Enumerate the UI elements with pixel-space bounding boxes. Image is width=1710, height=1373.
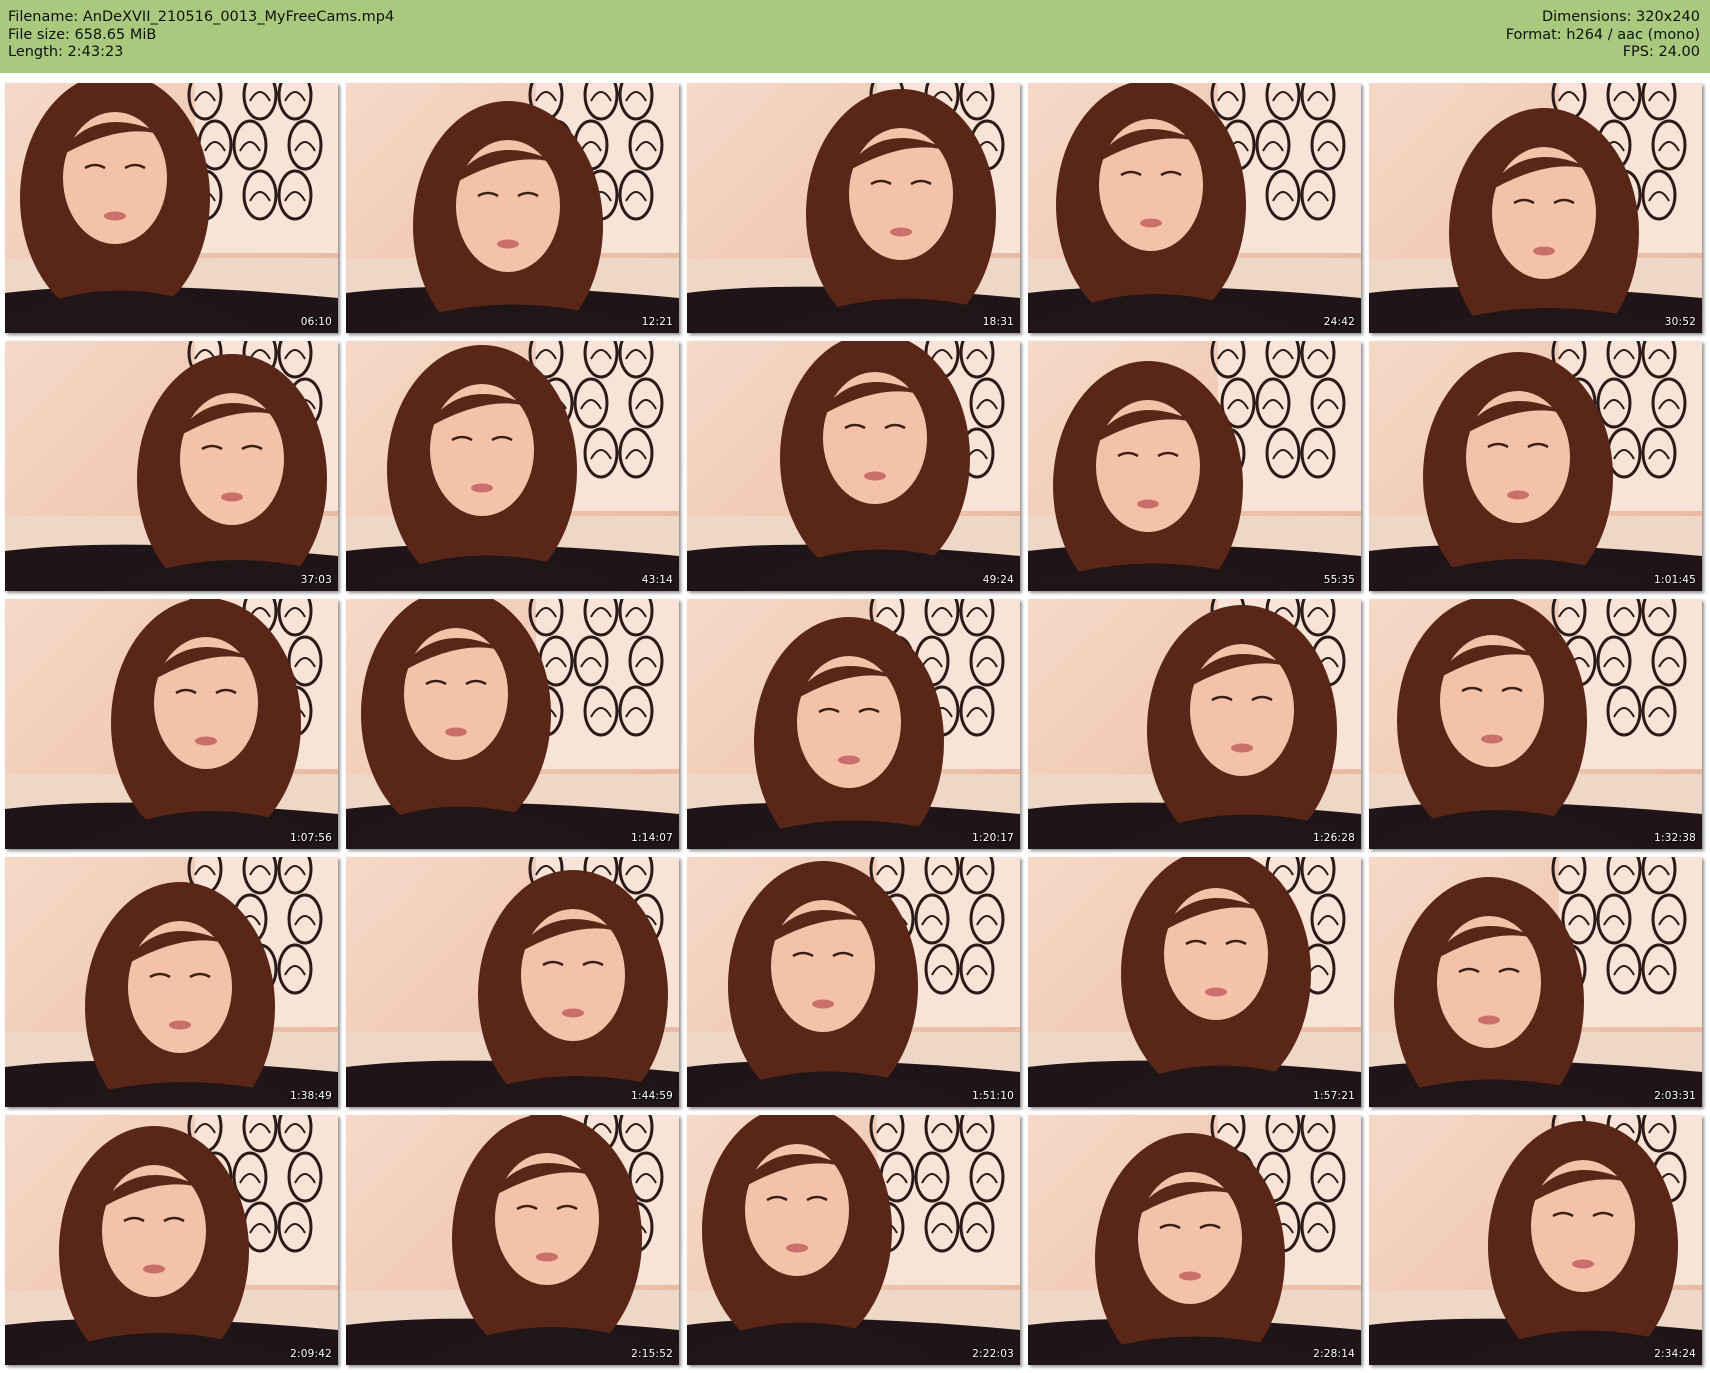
video-frame-thumbnail: 43:14 [346,341,679,591]
video-frame-thumbnail: 2:22:03 [687,1115,1020,1365]
frame-timestamp: 12:21 [641,316,673,328]
video-frame-thumbnail: 1:20:17 [687,599,1020,849]
video-frame-thumbnail: 2:34:24 [1369,1115,1702,1365]
video-frame-thumbnail: 2:09:42 [5,1115,338,1365]
frame-timestamp: 1:14:07 [631,832,673,844]
video-frame-thumbnail: 37:03 [5,341,338,591]
frame-scene [5,1115,338,1365]
video-frame-thumbnail: 49:24 [687,341,1020,591]
video-frame-thumbnail: 1:14:07 [346,599,679,849]
frame-timestamp: 1:38:49 [290,1090,332,1102]
frame-timestamp: 1:44:59 [631,1090,673,1102]
video-frame-thumbnail: 30:52 [1369,83,1702,333]
frame-scene [5,341,338,591]
frame-timestamp: 2:34:24 [1654,1348,1696,1360]
frame-timestamp: 30:52 [1664,316,1696,328]
frame-timestamp: 1:51:10 [972,1090,1014,1102]
frame-scene [5,857,338,1107]
info-header: Filename: AnDeXVII_210516_0013_MyFreeCam… [0,0,1710,73]
frame-scene [346,599,679,849]
dimensions-label: Dimensions: 320x240 [1541,9,1700,25]
fps-label: FPS: 24.00 [1622,44,1700,60]
format-label: Format: h264 / aac (mono) [1505,26,1700,43]
file-info-left: Filename: AnDeXVII_210516_0013_MyFreeCam… [8,9,394,62]
frame-scene [346,83,679,333]
frame-timestamp: 2:03:31 [1654,1090,1696,1102]
video-frame-thumbnail: 1:32:38 [1369,599,1702,849]
video-frame-thumbnail: 2:03:31 [1369,857,1702,1107]
frame-scene [687,857,1020,1107]
frame-scene [1028,599,1361,849]
video-frame-thumbnail: 1:38:49 [5,857,338,1107]
video-frame-thumbnail: 1:07:56 [5,599,338,849]
file-info-right: Dimensions: 320x240 Format: h264 / aac (… [1506,9,1700,62]
frame-scene [346,857,679,1107]
frame-scene [1028,857,1361,1107]
video-frame-thumbnail: 24:42 [1028,83,1361,333]
frame-scene [5,599,338,849]
frame-timestamp: 49:24 [982,574,1014,586]
frame-timestamp: 2:15:52 [631,1348,673,1360]
filename-label: Filename: AnDeXVII_210516_0013_MyFreeCam… [8,9,395,25]
frame-timestamp: 18:31 [982,316,1014,328]
frame-timestamp: 2:22:03 [972,1348,1014,1360]
frame-timestamp: 2:28:14 [1313,1348,1355,1360]
video-frame-thumbnail: 1:26:28 [1028,599,1361,849]
video-frame-thumbnail: 1:44:59 [346,857,679,1107]
filesize-label: File size: 658.65 MiB [8,26,157,43]
video-frame-thumbnail: 1:51:10 [687,857,1020,1107]
video-frame-thumbnail: 1:01:45 [1369,341,1702,591]
frame-timestamp: 1:01:45 [1654,574,1696,586]
video-frame-thumbnail: 18:31 [687,83,1020,333]
frame-scene [1369,857,1702,1107]
frame-scene [1369,83,1702,333]
frame-timestamp: 1:20:17 [972,832,1014,844]
frame-scene [1369,599,1702,849]
frame-scene [1028,83,1361,333]
video-frame-thumbnail: 2:15:52 [346,1115,679,1365]
frame-scene [687,1115,1020,1365]
frame-timestamp: 1:32:38 [1654,832,1696,844]
frame-timestamp: 24:42 [1323,316,1355,328]
frame-timestamp: 06:10 [300,316,332,328]
video-frame-thumbnail: 12:21 [346,83,679,333]
video-frame-thumbnail: 55:35 [1028,341,1361,591]
frame-timestamp: 55:35 [1323,574,1355,586]
frame-scene [687,83,1020,333]
thumbnail-grid: 06:10 12:21 18:31 24:42 30:52 37:03 43:14 49:24… [0,79,1710,1369]
frame-scene [687,599,1020,849]
length-label: Length: 2:43:23 [8,44,124,60]
frame-timestamp: 1:26:28 [1313,832,1355,844]
video-frame-thumbnail: 1:57:21 [1028,857,1361,1107]
frame-scene [5,83,338,333]
frame-timestamp: 1:57:21 [1313,1090,1355,1102]
frame-scene [1369,1115,1702,1365]
frame-scene [346,341,679,591]
frame-timestamp: 37:03 [300,574,332,586]
frame-scene [346,1115,679,1365]
frame-timestamp: 2:09:42 [290,1348,332,1360]
frame-scene [1369,341,1702,591]
frame-scene [687,341,1020,591]
frame-timestamp: 1:07:56 [290,832,332,844]
video-frame-thumbnail: 06:10 [5,83,338,333]
frame-scene [1028,341,1361,591]
video-frame-thumbnail: 2:28:14 [1028,1115,1361,1365]
frame-timestamp: 43:14 [641,574,673,586]
frame-scene [1028,1115,1361,1365]
